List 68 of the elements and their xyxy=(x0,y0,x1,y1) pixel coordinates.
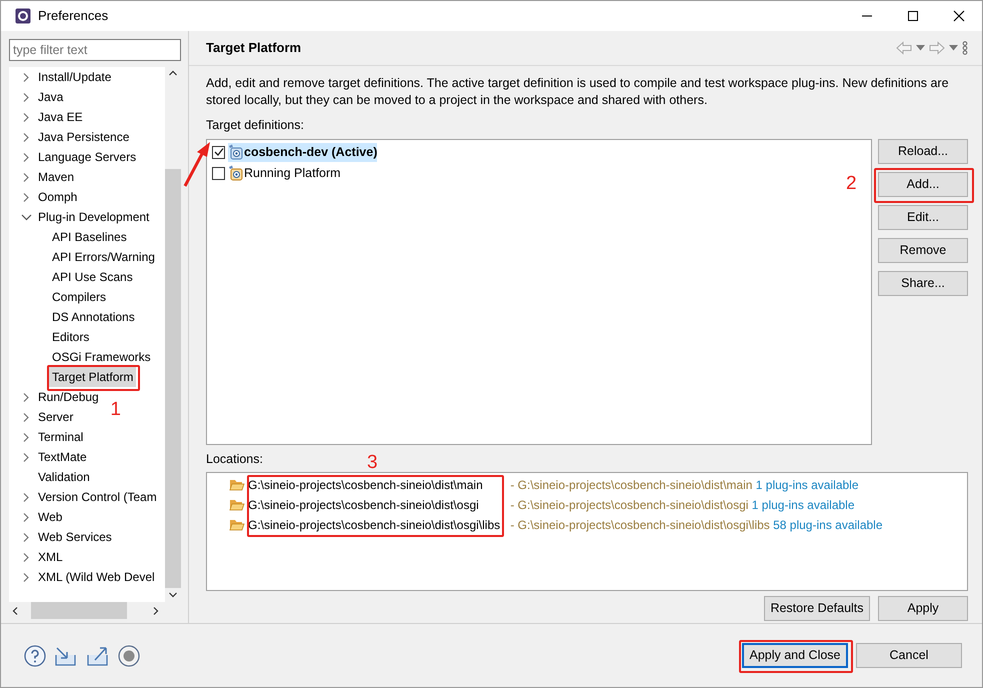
section-label: Target definitions: xyxy=(206,117,305,134)
tree-item[interactable]: Terminal xyxy=(35,427,86,447)
tree-item[interactable]: Java Persistence xyxy=(35,127,132,147)
tree-item[interactable]: Oomph xyxy=(35,187,80,207)
check-icon xyxy=(214,147,224,158)
page-title: Target Platform xyxy=(206,39,302,58)
tree-item[interactable]: Language Servers xyxy=(35,147,140,167)
tree-item[interactable]: API Errors/Warning xyxy=(49,247,158,267)
tree-item[interactable]: Web Services xyxy=(35,527,115,547)
tree-item[interactable]: API Baselines xyxy=(49,227,130,247)
close-icon[interactable] xyxy=(951,8,967,24)
annotation-number: 3 xyxy=(367,452,378,472)
tree-item[interactable]: TextMate xyxy=(35,447,90,467)
tree-item[interactable]: XML (Wild Web Devel xyxy=(35,567,158,587)
maximize-icon[interactable] xyxy=(905,8,921,24)
dropdown-icon[interactable] xyxy=(949,45,958,51)
action-button[interactable]: Share... xyxy=(878,270,968,296)
target-icon xyxy=(228,144,244,160)
dropdown-icon[interactable] xyxy=(916,45,925,51)
annotation-number: 2 xyxy=(846,174,857,193)
location-text: G:\sineio-projects\cosbench-sineio\dist\main - G:\sineio-projects\cosbench-sineio\dist\main 1 plug-ins available xyxy=(248,476,859,494)
tree-item[interactable]: DS Annotations xyxy=(49,307,138,327)
tree-item[interactable]: Web xyxy=(35,507,66,527)
export-icon[interactable] xyxy=(86,644,110,666)
record-icon[interactable] xyxy=(118,644,140,666)
action-button[interactable]: Add... xyxy=(878,172,968,197)
tree-item[interactable]: Install/Update xyxy=(35,67,114,87)
tree-item[interactable]: Validation xyxy=(35,467,93,487)
checkbox[interactable] xyxy=(212,166,225,180)
action-button[interactable]: Remove xyxy=(878,238,968,263)
tree-item[interactable]: Editors xyxy=(49,327,92,347)
annotation-number: 1 xyxy=(110,400,121,419)
folder-icon xyxy=(229,478,245,492)
tree-item[interactable]: Java EE xyxy=(35,107,86,127)
folder-icon xyxy=(229,518,245,532)
checkbox[interactable] xyxy=(212,146,225,159)
filter-field[interactable]: type filter text xyxy=(9,39,181,61)
tree-item[interactable]: API Use Scans xyxy=(49,267,136,287)
section-label: Locations: xyxy=(206,450,263,468)
location-text: G:\sineio-projects\cosbench-sineio\dist\osgi - G:\sineio-projects\cosbench-sineio\dist\osgi 1 plug-ins available xyxy=(248,496,855,514)
import-icon[interactable] xyxy=(54,644,78,666)
tree-item[interactable]: Target Platform xyxy=(49,367,136,387)
description-text: Add, edit and remove target definitions. The active target definition is used to compile and test workspace plug-ins. New definitions are stored locally, but they can be moved to a project in the workspace and shared with others. xyxy=(206,75,950,109)
dialog-button[interactable]: Apply and Close xyxy=(742,643,848,668)
tree-item[interactable]: Server xyxy=(35,407,76,427)
tree-item[interactable]: Maven xyxy=(35,167,78,187)
action-button[interactable]: Edit... xyxy=(878,204,968,230)
app-icon xyxy=(15,8,31,24)
tree-item[interactable]: Compilers xyxy=(49,287,110,307)
help-icon[interactable] xyxy=(24,644,46,666)
tree-item[interactable]: Plug-in Development xyxy=(35,207,152,227)
target-name[interactable]: Running Platform xyxy=(244,164,341,183)
action-button[interactable]: Reload... xyxy=(878,138,968,164)
action-button[interactable]: Apply xyxy=(878,596,968,620)
tree-item[interactable]: Java xyxy=(35,87,66,107)
tree-item[interactable]: Version Control (Team xyxy=(35,487,160,507)
action-button[interactable]: Restore Defaults xyxy=(764,596,870,620)
tree-item[interactable]: XML xyxy=(35,547,66,567)
annotation-arrow xyxy=(183,140,213,188)
folder-icon xyxy=(229,498,245,512)
dialog-button[interactable]: Cancel xyxy=(856,643,962,668)
chevron-down-icon[interactable] xyxy=(21,212,32,222)
tree-item[interactable]: Run/Debug xyxy=(35,387,102,407)
more-options-icon[interactable] xyxy=(962,41,968,55)
window-title: Preferences xyxy=(38,7,108,26)
location-text: G:\sineio-projects\cosbench-sineio\dist\osgi\libs - G:\sineio-projects\cosbench-sineio\dist\osgi\libs 58 plug-ins available xyxy=(248,516,883,534)
target-icon xyxy=(228,165,244,182)
tree-item[interactable]: OSGi Frameworks xyxy=(49,347,154,367)
